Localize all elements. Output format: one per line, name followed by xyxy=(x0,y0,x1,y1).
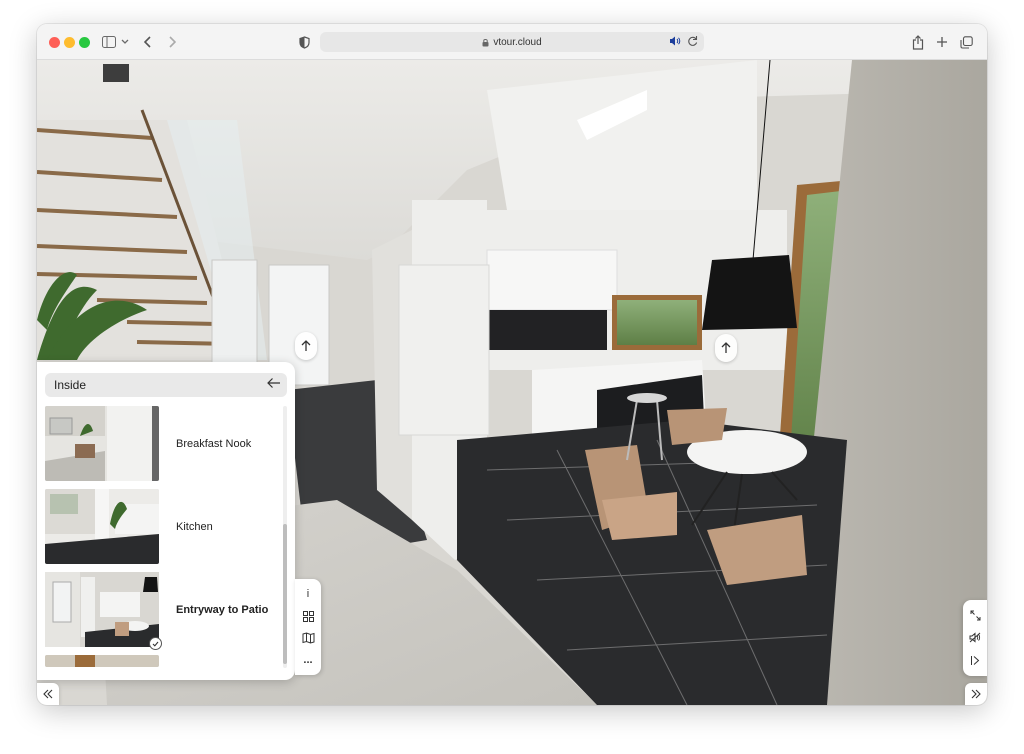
collapse-panel-button[interactable] xyxy=(37,683,59,705)
chevron-down-icon[interactable] xyxy=(120,32,130,52)
fullscreen-icon[interactable] xyxy=(965,605,985,625)
maximize-window-button[interactable] xyxy=(79,37,90,48)
navigate-forward-hotspot[interactable] xyxy=(295,332,317,360)
arrow-up-icon xyxy=(721,342,731,353)
lock-icon xyxy=(482,38,489,47)
double-chevron-left-icon xyxy=(43,689,53,699)
scene-item-partial[interactable] xyxy=(45,655,277,667)
back-icon[interactable] xyxy=(141,32,155,52)
arrow-left-icon[interactable] xyxy=(267,377,281,389)
grid-icon[interactable] xyxy=(298,606,318,626)
arrow-up-icon xyxy=(301,340,311,351)
minimize-window-button[interactable] xyxy=(64,37,75,48)
scene-list-panel: Inside Breakfast Nook Kitchen Entryway t… xyxy=(37,362,295,680)
tabs-icon[interactable] xyxy=(959,32,973,52)
address-bar[interactable]: vtour.cloud xyxy=(320,32,704,52)
more-button[interactable]: ... xyxy=(298,650,318,670)
tour-tools: i ... xyxy=(295,579,321,675)
browser-toolbar: vtour.cloud xyxy=(37,24,987,60)
scene-item-label: Kitchen xyxy=(176,520,213,533)
map-icon[interactable] xyxy=(298,628,318,648)
panel-header[interactable]: Inside xyxy=(45,373,287,397)
scene-item-kitchen[interactable]: Kitchen xyxy=(45,489,277,564)
checkmark-icon xyxy=(149,637,162,650)
url-text: vtour.cloud xyxy=(493,36,542,48)
share-icon[interactable] xyxy=(911,32,925,52)
scene-thumbnail xyxy=(45,406,159,481)
scene-item-breakfast-nook[interactable]: Breakfast Nook xyxy=(45,406,277,481)
mute-icon[interactable] xyxy=(965,628,985,648)
close-window-button[interactable] xyxy=(49,37,60,48)
panel-scrollbar[interactable] xyxy=(283,406,287,668)
forward-icon[interactable] xyxy=(165,32,179,52)
scene-thumbnail xyxy=(45,489,159,564)
shield-icon[interactable] xyxy=(297,32,311,52)
scene-thumbnail xyxy=(45,572,162,650)
sidebar-icon[interactable] xyxy=(101,32,117,52)
scene-thumbnail xyxy=(45,655,159,667)
double-chevron-right-icon xyxy=(971,689,981,699)
panel-title: Inside xyxy=(54,378,87,392)
browser-window: vtour.cloud Inside Breakfast Nook Kitche… xyxy=(37,24,987,705)
panel-scrollbar-thumb[interactable] xyxy=(283,524,287,664)
plus-icon[interactable] xyxy=(935,32,949,52)
scene-item-label: Breakfast Nook xyxy=(176,437,252,450)
play-icon[interactable] xyxy=(965,651,985,671)
panorama-view[interactable]: Inside Breakfast Nook Kitchen Entryway t… xyxy=(37,60,987,705)
scene-item-label: Entryway to Patio xyxy=(176,603,269,616)
scene-item-entryway-to-patio[interactable]: Entryway to Patio xyxy=(45,572,277,650)
expand-controls-button[interactable] xyxy=(965,683,987,705)
reload-icon[interactable] xyxy=(687,35,698,50)
speaker-icon[interactable] xyxy=(669,35,681,50)
view-controls xyxy=(963,600,987,676)
navigate-kitchen-hotspot[interactable] xyxy=(715,334,737,362)
info-button[interactable]: i xyxy=(298,584,318,604)
